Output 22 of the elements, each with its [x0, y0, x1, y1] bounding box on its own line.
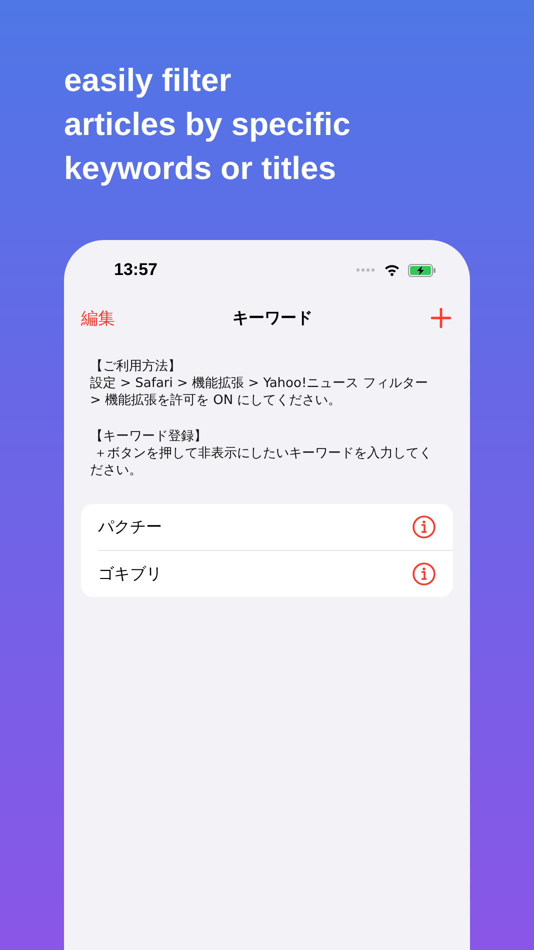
status-time: 13:57	[114, 260, 158, 280]
plus-icon	[431, 308, 451, 328]
nav-title: キーワード	[232, 308, 312, 328]
info-button[interactable]	[412, 562, 436, 586]
signal-icon	[356, 268, 376, 272]
headline-line: articles by specific	[64, 105, 352, 144]
section-heading: 【キーワード登録】	[90, 428, 208, 445]
section-heading: 【ご利用方法】	[90, 358, 182, 375]
keyword-label: ゴキブリ	[98, 564, 162, 584]
wifi-icon	[384, 264, 400, 276]
headline-line: keywords or titles	[64, 149, 338, 188]
add-button[interactable]	[430, 307, 452, 329]
info-icon	[412, 515, 436, 539]
instruction-text: ＋ボタンを押して非表示にしたいキーワードを入力してください。	[90, 445, 434, 479]
edit-button[interactable]: 編集	[81, 306, 115, 330]
info-button[interactable]	[412, 515, 436, 539]
info-icon	[412, 562, 436, 586]
instruction-text: > 機能拡張を許可を ON にしてください。	[90, 392, 342, 409]
keyword-label: パクチー	[98, 516, 162, 538]
instruction-text: 設定 > Safari > 機能拡張 > Yahoo!ニュース フィルター	[90, 375, 429, 392]
battery-icon	[408, 264, 436, 276]
headline-line: easily filter	[64, 61, 232, 100]
